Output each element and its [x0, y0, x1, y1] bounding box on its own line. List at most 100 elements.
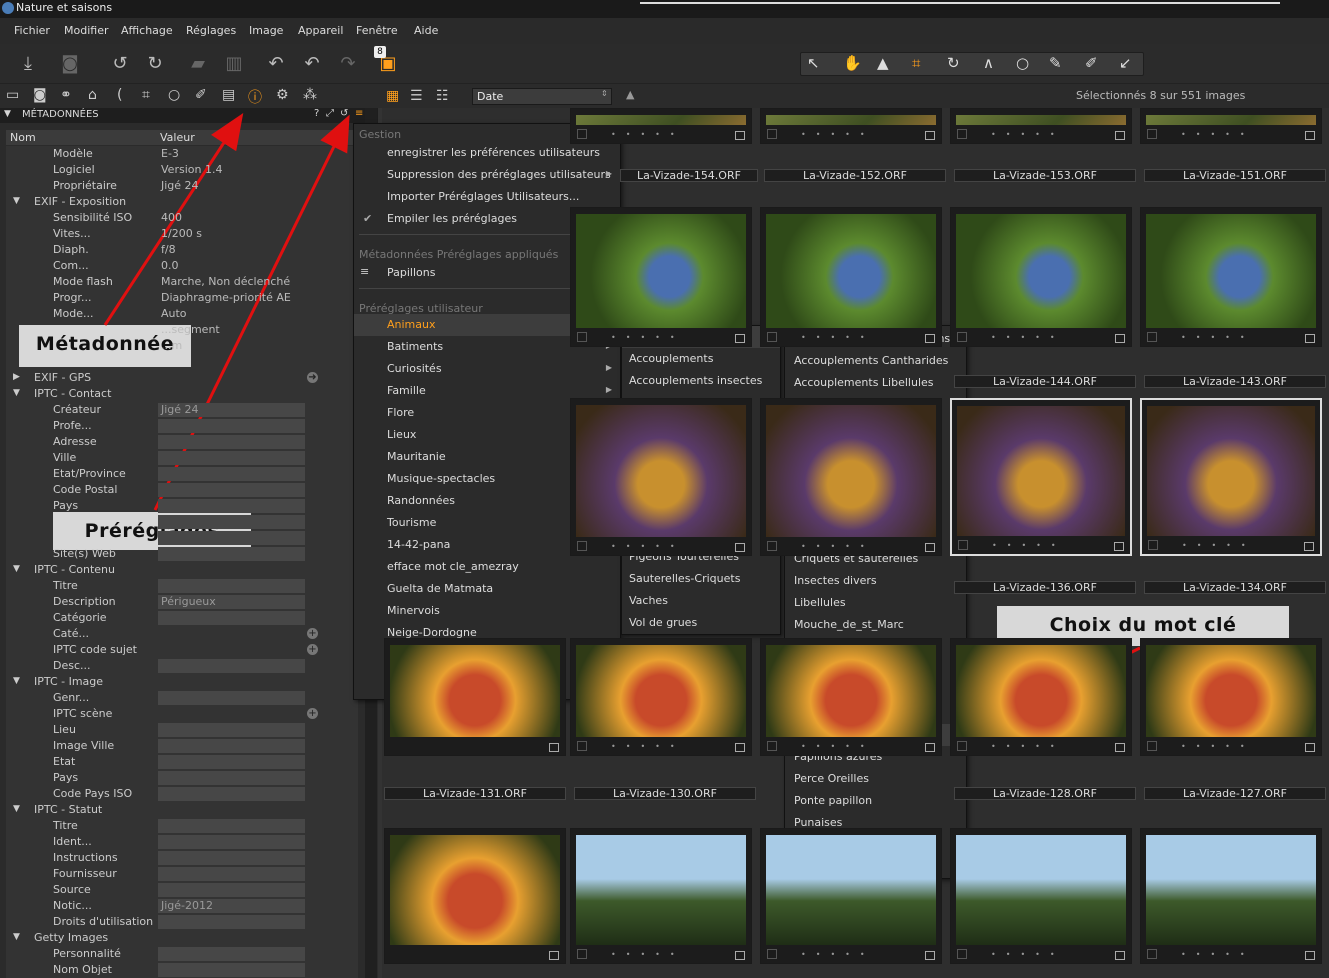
- field-input[interactable]: [158, 867, 305, 881]
- menu-item-insect[interactable]: Libellules: [785, 592, 966, 614]
- rating-dots[interactable]: •••••: [611, 742, 685, 751]
- rating-dots[interactable]: •••••: [1181, 742, 1255, 751]
- import-icon[interactable]: ⤓: [16, 52, 40, 76]
- thumbnail-checkbox[interactable]: [767, 741, 777, 751]
- field-input[interactable]: [158, 915, 305, 929]
- thumbnail-checkbox[interactable]: [577, 741, 587, 751]
- thumbnail[interactable]: [384, 828, 566, 964]
- hand-tool-icon[interactable]: ✋: [843, 54, 862, 72]
- menu-7[interactable]: Aide: [414, 24, 438, 37]
- thumbnail-checkbox[interactable]: [1147, 741, 1157, 751]
- rating-dots[interactable]: •••••: [611, 950, 685, 959]
- menu-item-insect[interactable]: Accouplements Cantharides: [785, 350, 966, 372]
- redo-icon[interactable]: ↷: [336, 52, 360, 76]
- chevron-down-icon[interactable]: ▼: [13, 564, 20, 574]
- rating-dots[interactable]: •••••: [1182, 541, 1256, 550]
- field-input[interactable]: [158, 819, 305, 833]
- field-input[interactable]: [158, 851, 305, 865]
- menu-item-insect[interactable]: Insectes divers: [785, 570, 966, 592]
- color-tab-icon[interactable]: ⚭: [60, 87, 72, 103]
- menu-item-user-preset[interactable]: Guelta de Matmata: [354, 578, 620, 600]
- thumbnail-checkbox[interactable]: [1147, 332, 1157, 342]
- add-icon[interactable]: +: [307, 644, 318, 655]
- field-input[interactable]: [158, 579, 305, 593]
- presets-menu-icon[interactable]: ≡: [355, 108, 363, 119]
- rotate-left-icon[interactable]: ↺: [108, 52, 132, 76]
- thumbnail[interactable]: •••••: [760, 398, 942, 556]
- thumbnail[interactable]: •••••: [950, 638, 1132, 756]
- field-input[interactable]: [158, 611, 305, 625]
- menu-item-gestion[interactable]: Suppression des préréglages utilisateurs…: [354, 164, 620, 186]
- rating-dots[interactable]: •••••: [991, 333, 1065, 342]
- rotate-tool-icon[interactable]: ↻: [947, 54, 960, 72]
- field-input[interactable]: [158, 483, 305, 497]
- crop-tool-icon[interactable]: ⌗: [912, 54, 920, 72]
- thumbnail-checkbox[interactable]: [958, 540, 968, 550]
- field-input[interactable]: [158, 515, 305, 529]
- thumbnail-checkbox[interactable]: [767, 129, 777, 139]
- field-input[interactable]: [158, 467, 305, 481]
- section-header[interactable]: ▼ Getty Images: [6, 930, 358, 946]
- thumbnail-checkbox[interactable]: [1147, 949, 1157, 959]
- section-header[interactable]: ▼ IPTC - Contact: [6, 386, 358, 402]
- thumbnail-checkbox[interactable]: [577, 129, 587, 139]
- menu-3[interactable]: Réglages: [186, 24, 236, 37]
- thumbnail[interactable]: •••••: [1140, 108, 1322, 144]
- trash-icon[interactable]: ▥: [222, 52, 246, 76]
- library-tab-icon[interactable]: ▭: [6, 87, 19, 103]
- rotate-right-icon[interactable]: ↻: [143, 52, 167, 76]
- thumbnail[interactable]: •••••: [950, 108, 1132, 144]
- output-tab-icon[interactable]: ▤: [222, 87, 235, 103]
- reset-icon[interactable]: ↺: [340, 108, 348, 119]
- thumbnail[interactable]: •••••: [950, 207, 1132, 347]
- menu-item-gestion[interactable]: enregistrer les préférences utilisateurs: [354, 142, 620, 164]
- loupe-tool-icon[interactable]: ▲: [877, 54, 889, 72]
- section-header[interactable]: ▼ EXIF - Exposition: [6, 194, 358, 210]
- list-view-icon[interactable]: ☰: [410, 88, 423, 104]
- thumbnail[interactable]: •••••: [570, 108, 752, 144]
- chevron-down-icon[interactable]: ▼: [13, 196, 20, 206]
- metadata-tab-icon[interactable]: ⓘ: [248, 87, 262, 107]
- section-header[interactable]: ▼ IPTC - Contenu: [6, 562, 358, 578]
- rating-dots[interactable]: •••••: [801, 333, 875, 342]
- menu-6[interactable]: Fenêtre: [356, 24, 398, 37]
- field-input[interactable]: Jigé 24: [158, 403, 305, 417]
- rating-dots[interactable]: •••••: [1181, 333, 1255, 342]
- filmstrip-view-icon[interactable]: ☷: [436, 88, 449, 104]
- field-input[interactable]: [158, 499, 305, 513]
- thumbnail-checkbox[interactable]: [577, 949, 587, 959]
- chevron-down-icon[interactable]: ▼: [13, 804, 20, 814]
- thumbnail[interactable]: •••••: [1140, 828, 1322, 964]
- menu-item-animal[interactable]: Sauterelles-Criquets: [622, 568, 780, 590]
- rating-dots[interactable]: •••••: [991, 130, 1065, 139]
- lens-tab-icon[interactable]: (: [117, 87, 122, 103]
- thumbnail[interactable]: •••••: [570, 638, 752, 756]
- menu-item-insect[interactable]: Ponte papillon: [785, 790, 966, 812]
- thumbnail-checkbox[interactable]: [767, 541, 777, 551]
- thumbnail-checkbox[interactable]: [957, 332, 967, 342]
- thumbnail[interactable]: •••••: [760, 207, 942, 347]
- field-input[interactable]: [158, 835, 305, 849]
- menu-item-animal[interactable]: Accouplements: [622, 348, 780, 370]
- thumbnail-checkbox[interactable]: [1148, 540, 1158, 550]
- rating-dots[interactable]: •••••: [801, 130, 875, 139]
- rating-dots[interactable]: •••••: [991, 742, 1065, 751]
- chevron-down-icon[interactable]: ▼: [13, 676, 20, 686]
- thumbnail-checkbox[interactable]: [577, 541, 587, 551]
- field-input[interactable]: [158, 691, 305, 705]
- grid-view-icon[interactable]: ▦: [386, 88, 399, 104]
- field-input[interactable]: [158, 963, 305, 977]
- section-header[interactable]: ▶ EXIF - GPS ➜: [6, 370, 358, 386]
- field-input[interactable]: [158, 547, 305, 561]
- menu-item-insect[interactable]: Mouche_de_st_Marc: [785, 614, 966, 636]
- section-header[interactable]: ▼ IPTC - Image: [6, 674, 358, 690]
- rating-dots[interactable]: •••••: [611, 542, 685, 551]
- pointer-tool-icon[interactable]: ↖: [807, 54, 820, 72]
- thumbnail[interactable]: •••••: [570, 828, 752, 964]
- collapse-icon[interactable]: ▼: [4, 109, 11, 119]
- menu-item-animal[interactable]: Vol de grues: [622, 612, 780, 634]
- rating-dots[interactable]: •••••: [801, 950, 875, 959]
- thumbnail-checkbox[interactable]: [957, 949, 967, 959]
- menu-item-user-preset[interactable]: Curiosités ▶: [354, 358, 620, 380]
- field-input[interactable]: [158, 723, 305, 737]
